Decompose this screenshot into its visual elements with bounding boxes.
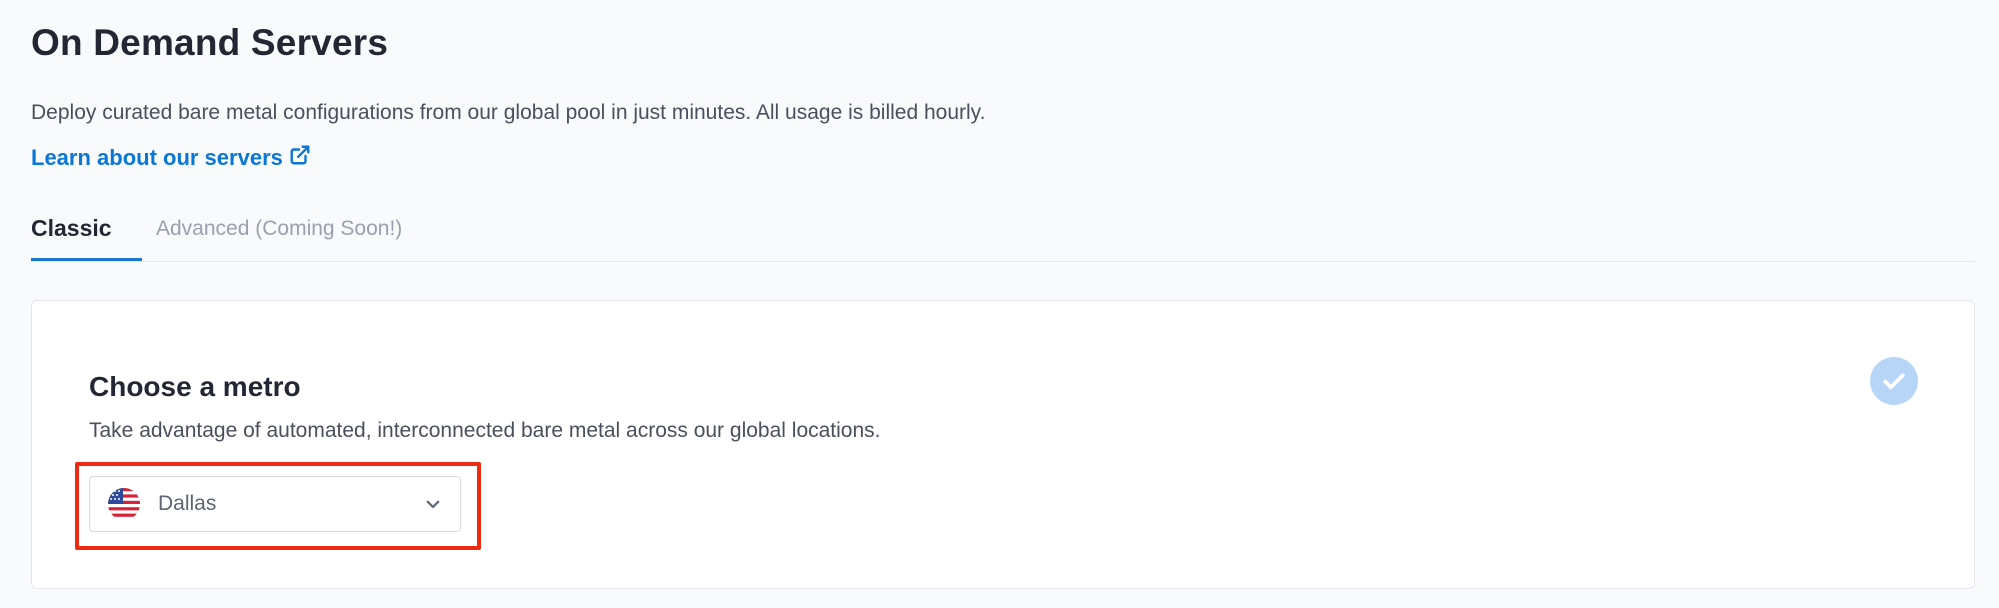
external-link-icon xyxy=(289,144,311,172)
metro-section-subtitle: Take advantage of automated, interconnec… xyxy=(89,419,881,442)
chevron-down-icon xyxy=(424,495,442,513)
learn-about-servers-link[interactable]: Learn about our servers xyxy=(31,144,311,172)
metro-section-title: Choose a metro xyxy=(89,371,301,402)
metro-select[interactable]: Dallas xyxy=(89,476,461,532)
tab-advanced[interactable]: Advanced (Coming Soon!) xyxy=(156,206,402,259)
metro-card: Choose a metro Take advantage of automat… xyxy=(31,300,1975,589)
us-flag-icon xyxy=(108,488,140,520)
page-description: Deploy curated bare metal configurations… xyxy=(31,101,986,124)
tab-classic[interactable]: Classic xyxy=(31,206,142,261)
check-icon xyxy=(1870,357,1918,405)
tab-bar: Classic Advanced (Coming Soon!) xyxy=(31,206,1975,262)
selected-metro-value: Dallas xyxy=(158,492,217,515)
learn-link-label: Learn about our servers xyxy=(31,145,283,170)
page-title: On Demand Servers xyxy=(31,22,389,63)
page: On Demand Servers Deploy curated bare me… xyxy=(0,0,1999,608)
